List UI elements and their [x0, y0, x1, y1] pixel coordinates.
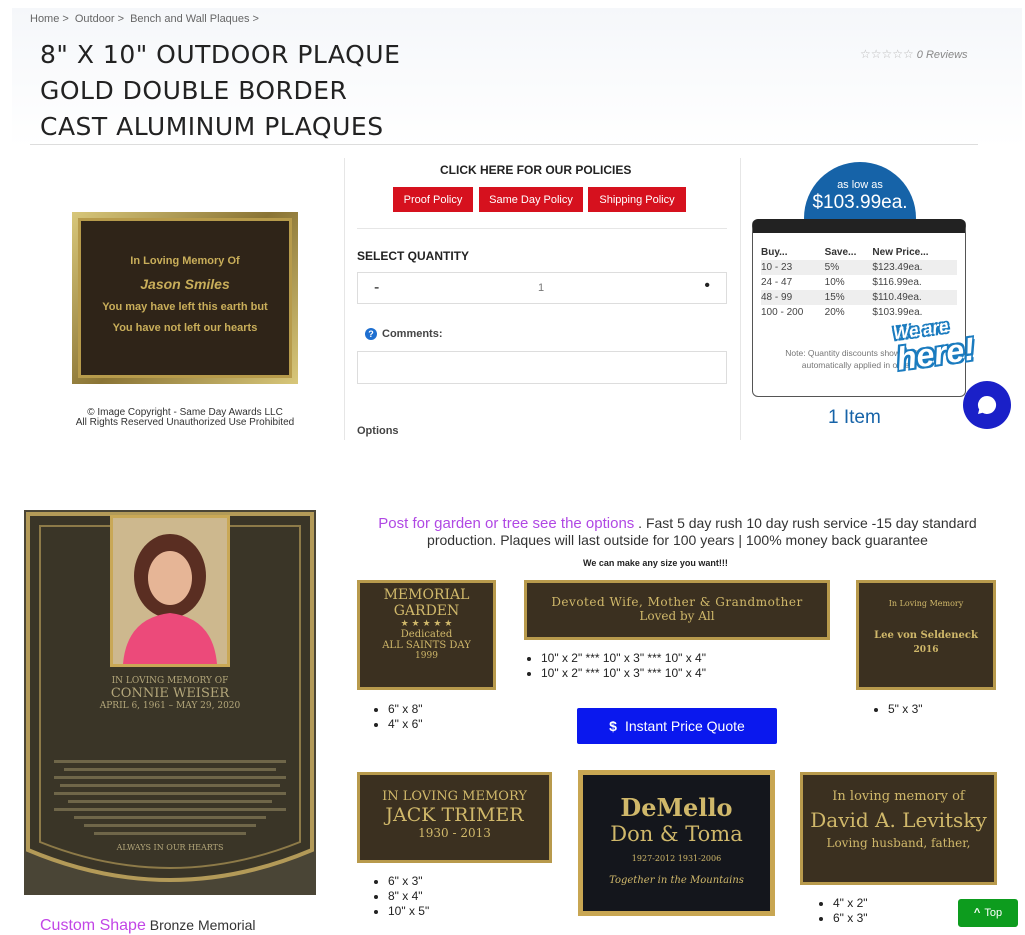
dollar-icon: $ — [609, 718, 617, 734]
table-row: 24 - 47 10% $116.99ea. — [761, 277, 922, 288]
as-low-as-label: as low as — [837, 179, 883, 191]
size-item: 6" x 3" — [833, 911, 868, 926]
size-item: 6" x 3" — [388, 874, 429, 889]
sample-plaque-seldeneck[interactable]: In Loving Memory Lee von Seldeneck 2016 — [856, 580, 996, 690]
back-to-top-button[interactable]: ^ Top — [958, 899, 1018, 927]
custom-shape-link[interactable]: Custom Shape — [40, 917, 146, 934]
size-item: 6" x 8" — [388, 702, 423, 717]
size-list: 6" x 3" 8" x 4" 10" x 5" — [370, 874, 429, 919]
rating[interactable]: ☆☆☆☆☆ 0 Reviews — [860, 47, 968, 61]
col-buy: Buy... — [761, 247, 788, 258]
divider — [30, 144, 978, 145]
instant-price-quote-button[interactable]: $ Instant Price Quote — [577, 708, 777, 744]
lowest-price: $103.99ea. — [812, 192, 908, 213]
page-title-line-1: 8" X 10" OUTDOOR PLAQUE — [40, 40, 401, 69]
size-item: 4" x 6" — [388, 717, 423, 732]
memorial-inscription: IN LOVING MEMORY OF CONNIE WEISER APRIL … — [99, 676, 241, 852]
sample-plaque-demello[interactable]: DeMello Don & Toma 1927-2012 1931-2006 T… — [578, 770, 775, 916]
select-quantity-label: SELECT QUANTITY — [357, 249, 470, 263]
help-icon[interactable]: ? — [365, 328, 377, 340]
size-item: 8" x 4" — [388, 889, 429, 904]
custom-shape-caption: Custom Shape Bronze Memorial — [40, 917, 256, 934]
breadcrumb-bench-link[interactable]: Bench and Wall Plaques — [130, 13, 249, 25]
product-image[interactable]: In Loving Memory Of Jason Smiles You may… — [72, 212, 298, 384]
breadcrumb-home-link[interactable]: Home — [30, 13, 59, 25]
star-rating-icons: ☆☆☆☆☆ — [860, 47, 914, 61]
image-copyright: © Image Copyright - Same Day Awards LLC … — [75, 407, 295, 428]
sample-plaque-levitsky[interactable]: In loving memory of David A. Levitsky Lo… — [800, 772, 997, 885]
plaque-line: You have not left our hearts — [112, 322, 258, 334]
chat-button[interactable] — [963, 381, 1011, 429]
reviews-count: 0 Reviews — [916, 49, 968, 61]
proof-policy-button[interactable]: Proof Policy — [393, 187, 473, 212]
quantity-stepper: - 1 • — [357, 272, 727, 304]
size-item: 5" x 3" — [888, 702, 923, 717]
size-item: 10" x 2" *** 10" x 3" *** 10" x 4" — [541, 651, 706, 666]
same-day-policy-button[interactable]: Same Day Policy — [479, 187, 583, 212]
chat-bubble-icon — [977, 395, 997, 414]
comments-label: Comments: — [382, 328, 443, 340]
size-list: 5" x 3" — [870, 702, 923, 717]
page-title-line-3: CAST ALUMINUM PLAQUES — [40, 112, 384, 141]
col-new-price: New Price... — [872, 247, 929, 258]
table-row: 100 - 200 20% $103.99ea. — [761, 307, 923, 318]
plaque-line: You may have left this earth but — [102, 301, 268, 313]
portrait-photo — [110, 515, 230, 667]
column-divider — [344, 158, 345, 440]
chevron-up-icon: ^ — [973, 907, 981, 919]
sample-plaque-trimer[interactable]: IN LOVING MEMORY JACK TRIMER 1930 - 2013 — [357, 772, 552, 863]
size-item: 10" x 2" *** 10" x 3" *** 10" x 4" — [541, 666, 706, 681]
comments-field[interactable] — [357, 351, 727, 384]
table-row: 10 - 23 5% $123.49ea. — [761, 260, 957, 275]
any-size-note: We can make any size you want!!! — [583, 558, 728, 568]
size-list: 6" x 8" 4" x 6" — [370, 702, 423, 732]
plaque-line: In Loving Memory Of — [130, 255, 240, 267]
shipping-policy-button[interactable]: Shipping Policy — [588, 187, 686, 212]
size-list: 10" x 2" *** 10" x 3" *** 10" x 4" 10" x… — [523, 651, 706, 681]
column-divider — [740, 158, 741, 440]
size-item: 4" x 2" — [833, 896, 868, 911]
size-item: 10" x 5" — [388, 904, 429, 919]
table-row: 48 - 99 15% $110.49ea. — [761, 290, 957, 305]
breadcrumb-outdoor-link[interactable]: Outdoor — [75, 13, 115, 25]
policies-heading[interactable]: CLICK HERE FOR OUR POLICIES — [440, 163, 631, 177]
post-options-link[interactable]: Post for garden or tree see the options — [378, 515, 634, 532]
breadcrumb: Home > Outdoor > Bench and Wall Plaques > — [30, 13, 259, 25]
size-list: 4" x 2" 6" x 3" — [815, 896, 868, 926]
sample-plaque-devoted[interactable]: Devoted Wife, Mother & Grandmother Loved… — [524, 580, 830, 640]
options-label: Options — [357, 425, 399, 437]
col-save: Save... — [824, 247, 857, 258]
sample-plaque-memorial-garden[interactable]: MEMORIAL GARDEN ★ ★ ★ ★ ★ Dedicated ALL … — [357, 580, 496, 690]
page-title-line-2: GOLD DOUBLE BORDER — [40, 76, 348, 105]
divider — [357, 228, 727, 229]
plaque-name: Jason Smiles — [140, 276, 230, 292]
quantity-input[interactable]: 1 — [538, 282, 544, 294]
info-text: Post for garden or tree see the options … — [378, 515, 977, 548]
item-count: 1 Item — [828, 407, 881, 428]
decrement-button[interactable]: - — [374, 279, 379, 297]
increment-button[interactable]: • — [704, 277, 710, 295]
